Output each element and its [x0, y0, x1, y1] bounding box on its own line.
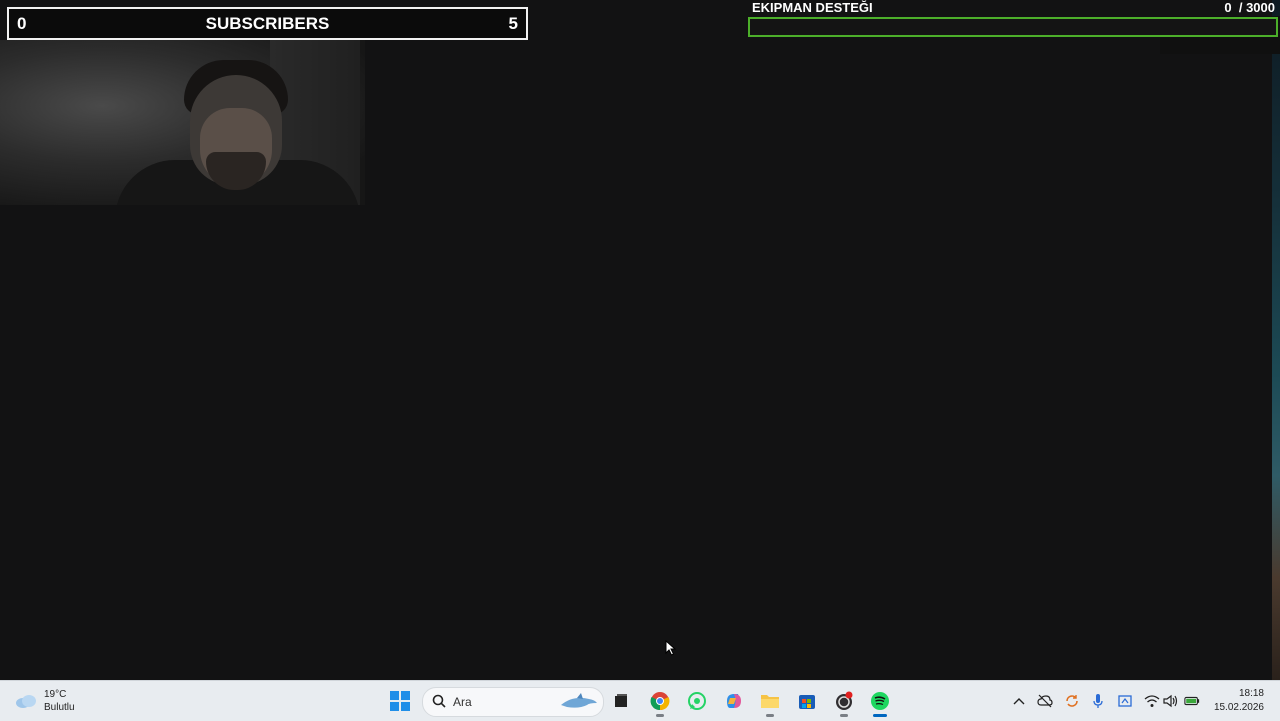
desktop: 0 SUBSCRIBERS 5 EKIPMAN DESTEĞI 0 / 3000…	[0, 0, 1280, 680]
weather-temp: 19°C	[44, 689, 67, 700]
dolphin-search-highlight-icon	[561, 693, 597, 708]
obs-icon[interactable]	[832, 689, 856, 717]
file-explorer-icon[interactable]	[758, 689, 782, 717]
wifi-icon[interactable]	[1144, 693, 1160, 709]
system-clock[interactable]: 18:18 15.02.2026	[1214, 687, 1264, 715]
goal-title: EKIPMAN DESTEĞI	[752, 0, 873, 15]
goal-current: 0	[1224, 0, 1232, 15]
chevron-up-icon[interactable]	[1011, 693, 1027, 709]
wallpaper-edge	[1272, 0, 1280, 680]
copilot-icon[interactable]	[722, 689, 746, 713]
chrome-icon[interactable]	[648, 689, 672, 717]
whatsapp-icon[interactable]	[685, 689, 709, 713]
task-view-icon[interactable]	[609, 689, 633, 713]
microsoft-store-icon[interactable]	[795, 689, 819, 713]
search-placeholder: Ara	[453, 695, 472, 709]
weather-widget[interactable]: 19°C Bulutlu	[14, 688, 75, 714]
volume-icon[interactable]	[1163, 693, 1179, 709]
goal-target: / 3000	[1238, 0, 1275, 15]
goal-progress-bar	[748, 17, 1278, 37]
search-box[interactable]: Ara	[422, 687, 604, 717]
clock-date: 15.02.2026	[1213, 702, 1264, 713]
cloud-icon	[16, 695, 36, 708]
sync-icon[interactable]	[1064, 693, 1080, 709]
cloud-sync-off-icon[interactable]	[1037, 693, 1053, 709]
clock-time: 18:18	[1238, 688, 1264, 699]
subscriber-label: SUBSCRIBERS	[205, 14, 330, 33]
screenshot-tool-icon[interactable]	[1117, 693, 1133, 709]
microphone-icon[interactable]	[1090, 693, 1106, 709]
taskbar: 19°C Bulutlu Ara 18:18 15.02.2026	[0, 680, 1280, 721]
subscriber-counter: 0 SUBSCRIBERS 5	[7, 7, 528, 40]
battery-charging-icon[interactable]	[1184, 693, 1200, 709]
webcam-feed	[0, 40, 365, 205]
search-icon	[432, 694, 446, 708]
weather-condition: Bulutlu	[44, 702, 75, 713]
spotify-icon[interactable]	[868, 689, 892, 717]
subscriber-right-count: 5	[508, 14, 518, 33]
goal-count: 0 / 3000	[1224, 0, 1275, 15]
start-icon[interactable]	[390, 691, 410, 711]
